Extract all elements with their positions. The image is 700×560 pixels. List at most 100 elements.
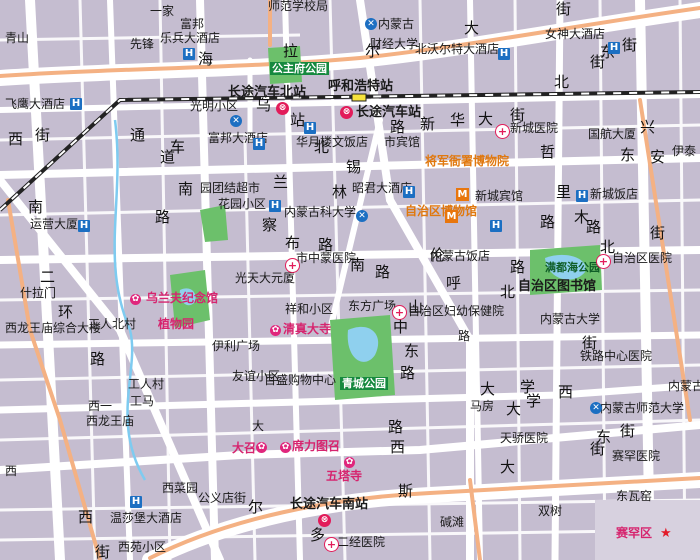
place-label: 花园小区 <box>218 197 267 211</box>
hotel-icon: H <box>576 190 588 202</box>
road-label: 里 <box>556 183 572 201</box>
place-label: 西菜园 <box>162 481 199 495</box>
road-label: 安 <box>650 148 666 166</box>
place-label: 新城宾馆 <box>475 189 524 203</box>
place-label: 市宾馆 <box>384 135 421 149</box>
road-label: 街 <box>650 224 666 242</box>
road-label: 西 <box>390 438 406 456</box>
place-label: 内蒙古师范大学 <box>600 401 685 415</box>
road-label: 布 <box>285 234 301 252</box>
road-label: 华 <box>450 111 466 129</box>
road-label: 斯 <box>398 482 414 500</box>
road-label: 环 <box>58 303 74 321</box>
place-label: 西一 <box>88 399 113 413</box>
hotel-icon: H <box>304 122 316 134</box>
hotel-icon: H <box>608 42 620 54</box>
place-label: 财经大学 <box>370 37 419 51</box>
hotel-icon: H <box>490 220 502 232</box>
hotel-icon: H <box>78 220 90 232</box>
place-label: 清真大寺 <box>283 322 332 336</box>
district-seat-icon: ★ <box>660 526 672 541</box>
road-label: 路 <box>375 263 391 281</box>
road-label: 街 <box>35 126 51 144</box>
place-label: 公主府公园 <box>270 62 329 75</box>
road-label: 街 <box>95 543 111 560</box>
place-label: 马房 <box>470 399 495 413</box>
road-label: 南 <box>28 198 44 216</box>
place-label: 天骄医院 <box>500 431 549 445</box>
place-label: 赛罕医院 <box>612 449 661 463</box>
place-label: 内蒙古饭店 <box>430 249 491 263</box>
hotel-icon: H <box>130 496 142 508</box>
hotel-icon: H <box>253 138 265 150</box>
road-label: 中 <box>393 318 409 336</box>
hotel-icon: H <box>269 200 281 212</box>
hospital-icon: + <box>495 124 510 139</box>
place-label: 将军衙署博物院 <box>425 154 510 168</box>
road-label: 大 <box>506 400 522 418</box>
place-label: 呼和浩特站 <box>328 79 394 94</box>
place-label: 大召 <box>232 441 257 455</box>
place-label: 内蒙古科大学 <box>284 205 357 219</box>
place-label: 先锋 <box>130 37 155 51</box>
road-label: 大 <box>464 19 480 37</box>
place-label: 碱滩 <box>440 515 465 529</box>
place-label: 自治区医院 <box>612 251 673 265</box>
hospital-icon: + <box>392 305 407 320</box>
road-label: 路 <box>400 364 416 382</box>
road-label: 路 <box>388 418 404 436</box>
place-label: 公义店街 <box>198 491 247 505</box>
place-label: 一家 <box>150 4 175 18</box>
place-label: 东瓦窑 <box>616 489 653 503</box>
school-icon: ✕ <box>365 18 377 30</box>
road-label: 街 <box>556 0 572 18</box>
road-label: 路 <box>586 218 602 236</box>
school-icon: ✕ <box>590 402 602 414</box>
road-label: 路 <box>540 213 556 231</box>
place-label: 东方广场 <box>348 299 397 313</box>
place-label: 满都海公园 <box>545 261 600 274</box>
road-label: 乌 <box>256 96 272 114</box>
road-label: 锡 <box>346 158 362 176</box>
place-label: 西龙王庙 <box>86 414 135 428</box>
place-label: 内蒙古大学 <box>540 312 601 326</box>
temple-icon: ✿ <box>130 294 141 305</box>
place-label: 师范学校局 <box>268 0 329 13</box>
place-label: 自治区博物馆 <box>405 204 478 218</box>
place-label: 华月楼文饭店 <box>296 135 369 149</box>
place-label: 光明小区 <box>190 99 239 113</box>
place-label: 长途汽车北站 <box>228 85 307 100</box>
place-label: 工人村 <box>128 377 165 391</box>
hospital-icon: + <box>324 537 339 552</box>
road-label: 西 <box>558 383 574 401</box>
place-label: 乐兵大酒店 <box>160 31 221 45</box>
road-label: 大 <box>478 110 494 128</box>
place-label: 乌兰夫纪念馆 <box>146 291 219 305</box>
road-label: 林 <box>332 183 348 201</box>
road-label: 多 <box>310 526 326 544</box>
hotel-icon: H <box>183 48 195 60</box>
place-label: 内蒙古 <box>378 17 415 31</box>
place-label: 新城医院 <box>510 121 559 135</box>
bus-station-icon: ⊗ <box>340 106 353 119</box>
place-label: 自治区妇幼保健院 <box>408 304 505 318</box>
road-label: 北 <box>500 283 516 301</box>
place-label: 祥和小区 <box>285 302 334 316</box>
road-label: 路 <box>90 350 106 368</box>
museum-icon: M <box>456 188 469 201</box>
place-label: 二经医院 <box>337 535 386 549</box>
road-label: 二 <box>40 268 56 286</box>
road-label: 兰 <box>273 173 289 191</box>
place-label: 西龙王庙综合大楼 <box>5 321 102 335</box>
place-label: 西 <box>5 464 18 478</box>
road-label: 街 <box>590 53 606 71</box>
place-label: 百盛购物中心 <box>264 373 337 387</box>
place-label: 青城公园 <box>340 377 388 390</box>
place-label: 国航大厦 <box>588 127 637 141</box>
road-label: 车 <box>170 138 186 156</box>
place-label: 长途汽车南站 <box>290 497 369 512</box>
city-map[interactable]: 海 拉 尔 大 街 东 街 新 华 大 街 北 街 中 山 东 路 大 学 东 … <box>0 0 700 560</box>
road-label: 街 <box>620 422 636 440</box>
temple-icon: ✿ <box>256 442 267 453</box>
temple-icon: ✿ <box>344 457 355 468</box>
